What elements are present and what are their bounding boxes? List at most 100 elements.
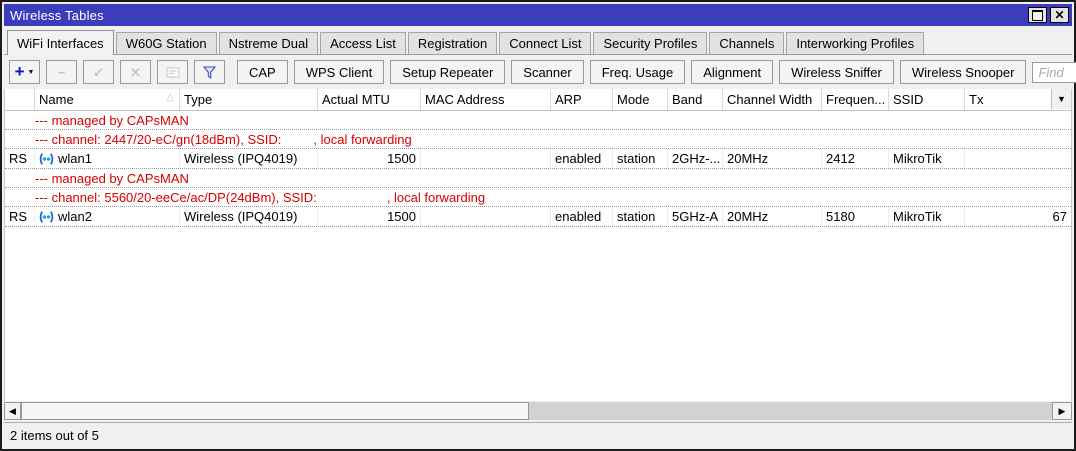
cell-tx (965, 149, 1071, 168)
interface-row-wlan1[interactable]: RS wlan1 Wireless (IPQ4019) 1500 enabled sta… (5, 149, 1071, 169)
cell-channel-width: 20MHz (723, 207, 822, 226)
disable-button[interactable]: ✕ (120, 60, 151, 84)
find-input[interactable] (1032, 61, 1076, 83)
comment-icon (166, 67, 179, 77)
arrow-right-icon: ▶ (1058, 405, 1066, 416)
wps-client-button[interactable]: WPS Client (293, 60, 385, 84)
column-header-type[interactable]: Type (180, 89, 318, 110)
scrollbar-thumb[interactable] (21, 402, 529, 420)
cell-arp: enabled (551, 207, 613, 226)
tab-connect-list[interactable]: Connect List (499, 32, 592, 54)
wireless-interface-icon (39, 152, 54, 165)
note-text: , local forwarding (386, 189, 486, 205)
cell-frequen: 2412 (822, 149, 889, 168)
window-title: Wireless Tables (10, 7, 104, 23)
cell-type: Wireless (IPQ4019) (180, 149, 318, 168)
wireless-sniffer-button[interactable]: Wireless Sniffer (779, 60, 894, 84)
maximize-button[interactable] (1028, 7, 1047, 23)
interface-table: Name △ Type Actual MTU MAC Address ARP Mode Ban… (4, 89, 1072, 401)
cell-type: Wireless (IPQ4019) (180, 207, 318, 226)
column-menu-button[interactable]: ▼ (1051, 89, 1071, 109)
cell-ssid: MikroTik (889, 149, 965, 168)
tab-w60g-station[interactable]: W60G Station (115, 32, 217, 54)
comment-button[interactable] (157, 60, 188, 84)
setup-repeater-button[interactable]: Setup Repeater (390, 60, 506, 84)
capsman-note-row[interactable]: --- managed by CAPsMAN (5, 111, 1071, 130)
cell-ssid: MikroTik (889, 207, 965, 226)
note-text: --- channel: 2447/20-eC/gn(18dBm), SSID: (35, 131, 282, 147)
column-header-arp[interactable]: ARP (551, 89, 613, 110)
add-interface-button[interactable]: + ▼ (9, 60, 40, 84)
tab-wifi-interfaces[interactable]: WiFi Interfaces (7, 30, 114, 55)
wireless-tables-window: Wireless Tables ✕ WiFi Interfaces W60G St… (0, 0, 1076, 451)
horizontal-scrollbar[interactable]: ◀ ▶ (4, 402, 1072, 420)
capsman-note-row[interactable]: --- channel: 2447/20-eC/gn(18dBm), SSID:… (5, 130, 1071, 149)
status-bar: 2 items out of 5 (4, 422, 1072, 447)
sort-ascending-icon: △ (166, 92, 174, 103)
minus-icon: − (57, 64, 66, 80)
table-header: Name △ Type Actual MTU MAC Address ARP Mode Ban… (5, 89, 1071, 111)
cell-name: wlan2 (35, 207, 180, 226)
tab-interworking-profiles[interactable]: Interworking Profiles (786, 32, 925, 54)
freq-usage-button[interactable]: Freq. Usage (589, 60, 686, 84)
column-header-channel-width[interactable]: Channel Width (723, 89, 822, 110)
scroll-right-button[interactable]: ▶ (1052, 402, 1072, 420)
filter-funnel-icon (202, 65, 217, 79)
title-bar[interactable]: Wireless Tables ✕ (4, 4, 1072, 26)
column-header-mac-address[interactable]: MAC Address (421, 89, 551, 110)
close-icon: ✕ (1054, 8, 1065, 22)
column-header-mode[interactable]: Mode (613, 89, 668, 110)
tab-registration[interactable]: Registration (407, 32, 498, 54)
cell-mac-address (421, 149, 551, 168)
arrow-left-icon: ◀ (9, 405, 16, 416)
cell-tx: 67 (1052, 209, 1067, 224)
cell-name: wlan1 (35, 149, 180, 168)
maximize-icon (1032, 9, 1043, 21)
cap-button[interactable]: CAP (237, 60, 288, 84)
alignment-button[interactable]: Alignment (691, 60, 774, 84)
cell-mode: station (613, 207, 668, 226)
scanner-button[interactable]: Scanner (511, 60, 584, 84)
tab-channels[interactable]: Channels (709, 32, 785, 54)
tab-nstreme-dual[interactable]: Nstreme Dual (218, 32, 319, 54)
cell-actual-mtu: 1500 (318, 149, 421, 168)
capsman-note-row[interactable]: --- managed by CAPsMAN (5, 169, 1071, 188)
cell-mode: station (613, 149, 668, 168)
column-header-band[interactable]: Band (668, 89, 723, 110)
enable-button[interactable]: ✓ (83, 60, 114, 84)
column-header-actual-mtu[interactable]: Actual MTU (318, 89, 421, 110)
cell-frequen: 5180 (822, 207, 889, 226)
column-header-flags[interactable] (5, 89, 35, 110)
note-text: --- channel: 5560/20-eeCe/ac/DP(24dBm), … (35, 189, 317, 205)
remove-button[interactable]: − (46, 60, 77, 84)
tab-bar: WiFi Interfaces W60G Station Nstreme Dual A… (4, 26, 1072, 55)
cell-actual-mtu: 1500 (318, 207, 421, 226)
x-icon: ✕ (130, 64, 141, 80)
wireless-snooper-button[interactable]: Wireless Snooper (899, 60, 1027, 84)
note-text: , local forwarding (313, 131, 412, 147)
toolbar-text-buttons: CAP WPS Client Setup Repeater Scanner Freq. … (237, 60, 1027, 84)
table-empty-area[interactable] (5, 227, 1071, 401)
cell-band: 2GHz-... (668, 149, 723, 168)
cell-flags: RS (5, 149, 35, 168)
cell-arp: enabled (551, 149, 613, 168)
scroll-left-button[interactable]: ◀ (4, 402, 21, 420)
cell-flags: RS (5, 207, 35, 226)
column-header-name[interactable]: Name △ (35, 89, 180, 110)
dropdown-caret-icon: ▼ (27, 68, 35, 76)
column-header-frequen[interactable]: Frequen... (822, 89, 889, 110)
close-button[interactable]: ✕ (1050, 7, 1069, 23)
tab-access-list[interactable]: Access List (320, 32, 406, 54)
note-text: --- managed by CAPsMAN (35, 170, 189, 186)
interface-row-wlan2[interactable]: RS wlan2 Wireless (IPQ4019) 1500 enabled sta… (5, 207, 1071, 227)
tab-security-profiles[interactable]: Security Profiles (593, 32, 708, 54)
column-header-ssid[interactable]: SSID (889, 89, 965, 110)
status-text: 2 items out of 5 (10, 427, 99, 443)
cell-channel-width: 20MHz (723, 149, 822, 168)
plus-icon: + (14, 61, 25, 81)
capsman-note-row[interactable]: --- channel: 5560/20-eeCe/ac/DP(24dBm), … (5, 188, 1071, 207)
cell-mac-address (421, 207, 551, 226)
note-text: --- managed by CAPsMAN (35, 112, 189, 128)
cell-band: 5GHz-A (668, 207, 723, 226)
filter-button[interactable] (194, 60, 225, 84)
